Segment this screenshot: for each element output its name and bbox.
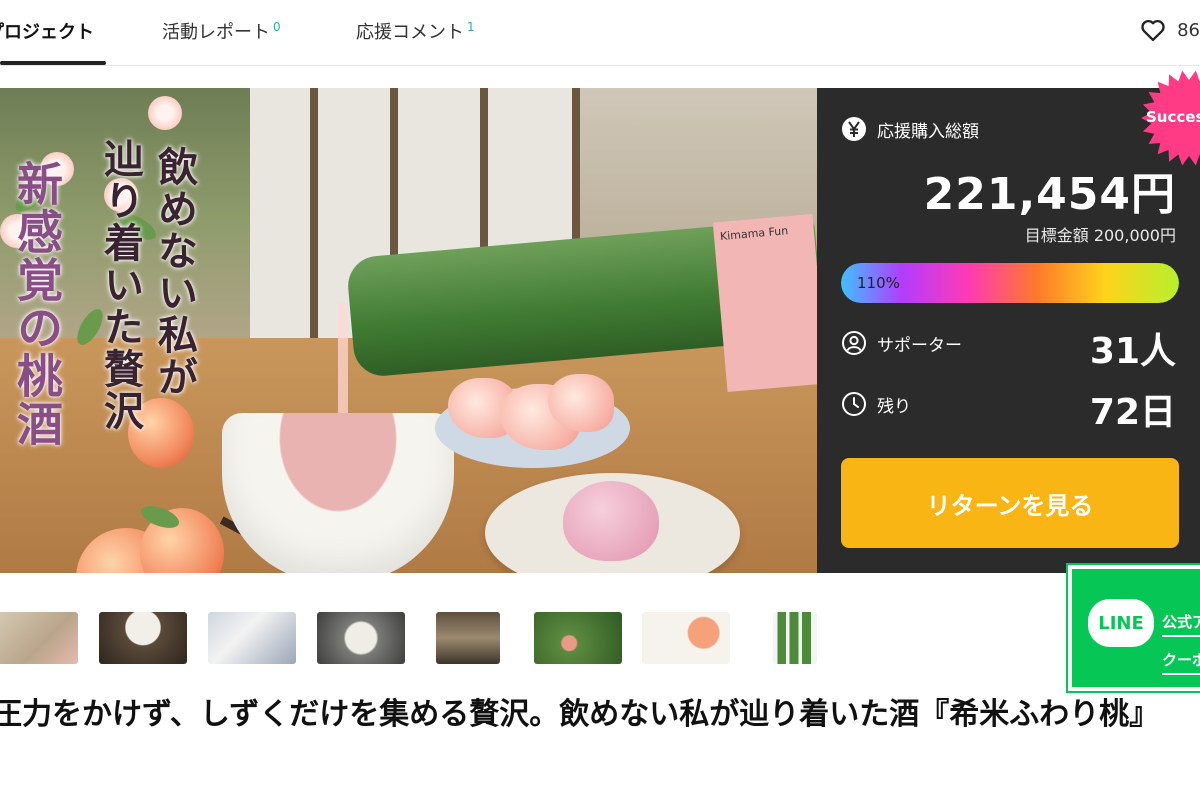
image-thumbnail-strip: [0, 612, 1070, 664]
blossom: [148, 96, 182, 130]
tab-bar: プロジェクト 活動レポート0 応援コメント1 86: [0, 0, 1200, 66]
line-banner-text-1: 公式ア: [1162, 613, 1200, 631]
hero-bowl: [222, 413, 454, 573]
hero-bottle-label: Kimama Fun: [712, 213, 817, 393]
yen-icon: [842, 117, 866, 141]
target-amount: 目標金額 200,000円: [1024, 226, 1176, 245]
tab-activity-report-count: 0: [273, 20, 281, 34]
person-icon: [842, 331, 866, 355]
funding-panel: 応援購入総額 221,454円 目標金額 200,000円 110% サポーター…: [817, 70, 1200, 573]
line-banner-text-2: クーポ: [1162, 651, 1200, 669]
active-tab-indicator: [0, 61, 106, 65]
hero-caption-middle: 辿り着いた贅沢: [97, 138, 144, 432]
hero-image[interactable]: Kimama Fun 飲めない私が 辿り着いた贅沢 新感覚の桃酒: [0, 88, 817, 573]
thumbnail-4[interactable]: [317, 612, 405, 664]
progress-bar: 110%: [841, 263, 1179, 303]
hero-caption-right: 飲めない私が: [151, 146, 198, 398]
supporters-row: サポーター: [841, 330, 962, 356]
thumbnail-2[interactable]: [99, 612, 187, 664]
hero-caption-left: 新感覚の桃酒: [10, 160, 64, 448]
thumbnail-6[interactable]: [534, 612, 622, 664]
thumbnail-3[interactable]: [208, 612, 296, 664]
tab-project[interactable]: プロジェクト: [0, 18, 94, 44]
thumbnail-7[interactable]: [642, 612, 730, 664]
progress-percent: 110%: [857, 274, 900, 292]
tab-activity-report[interactable]: 活動レポート 0: [162, 18, 281, 44]
remaining-label: 残り: [877, 396, 911, 417]
remaining-row: 残り: [841, 391, 911, 417]
tab-support-comments[interactable]: 応援コメント 1: [356, 18, 475, 44]
clock-icon: [842, 392, 866, 416]
tab-activity-report-label: 活動レポート: [162, 22, 270, 43]
thumbnail-8[interactable]: [773, 612, 817, 664]
line-banner-underline: [1162, 635, 1200, 637]
favorite-count: 86: [1177, 19, 1200, 41]
hero-wagashi: [563, 481, 659, 561]
project-title: 圧力をかけず、しずくだけを集める贅沢。飲めない私が辿り着いた酒『希米ふわり桃』: [0, 697, 1160, 732]
tab-support-comments-label: 応援コメント: [356, 22, 464, 43]
tab-support-comments-count: 1: [467, 20, 475, 34]
thumbnail-1[interactable]: [0, 612, 78, 664]
remaining-days: 72日: [1089, 392, 1176, 433]
bottle-label-text: Kimama Fun: [719, 224, 789, 244]
supporters-label: サポーター: [877, 335, 962, 356]
total-label-row: 応援購入総額: [841, 116, 979, 142]
line-banner-inner: LINE 公式ア クーポ: [1080, 577, 1200, 679]
thumbnail-5[interactable]: [436, 612, 500, 664]
success-badge: Success: [1130, 68, 1200, 168]
tab-project-label: プロジェクト: [0, 22, 94, 43]
line-logo: LINE: [1088, 599, 1154, 647]
success-badge-text: Success: [1146, 108, 1200, 126]
favorite-button[interactable]: 86: [1139, 16, 1200, 44]
line-banner-underline: [1162, 673, 1200, 675]
supporters-count: 31人: [1089, 331, 1176, 372]
heart-icon: [1141, 19, 1165, 42]
total-label: 応援購入総額: [877, 121, 979, 142]
view-returns-button[interactable]: リターンを見る: [841, 458, 1179, 548]
line-official-banner[interactable]: LINE 公式ア クーポ: [1066, 563, 1200, 693]
